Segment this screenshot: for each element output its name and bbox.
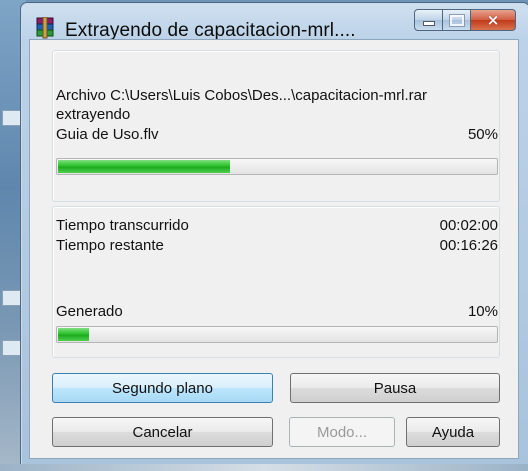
- file-percent-text: 50%: [467, 126, 498, 143]
- generated-label: Generado: [56, 303, 123, 320]
- dialog-client-area: Archivo C:\Users\Luis Cobos\Des...\capac…: [29, 39, 519, 459]
- close-icon: ×: [486, 11, 500, 29]
- desktop-icon[interactable]: [2, 110, 22, 126]
- mode-button: Modo...: [289, 417, 395, 447]
- maximize-icon: [448, 13, 465, 27]
- winrar-archive-icon: [36, 17, 54, 39]
- title-bar[interactable]: Extrayendo de capacitacion-mrl.... ×: [21, 3, 528, 41]
- file-progress-fill: [58, 160, 230, 173]
- desktop-icon[interactable]: [2, 290, 22, 306]
- maximize-button[interactable]: [443, 9, 471, 31]
- close-button[interactable]: ×: [471, 9, 516, 31]
- action-text: extrayendo: [56, 106, 131, 123]
- remaining-value: 00:16:26: [439, 237, 498, 254]
- remaining-label: Tiempo restante: [56, 237, 164, 254]
- extraction-window: Extrayendo de capacitacion-mrl.... × Arc…: [20, 2, 528, 466]
- total-progress-bar: [56, 326, 498, 343]
- current-file-name: Guia de Uso.flv: [56, 126, 159, 143]
- background-button[interactable]: Segundo plano: [52, 373, 273, 403]
- elapsed-label: Tiempo transcurrido: [56, 217, 189, 234]
- window-controls: ×: [414, 9, 516, 31]
- minimize-icon: [422, 20, 435, 26]
- help-button[interactable]: Ayuda: [406, 417, 500, 447]
- elapsed-value: 00:02:00: [439, 217, 498, 234]
- pause-button[interactable]: Pausa: [290, 373, 500, 403]
- taskbar-edge: [0, 464, 528, 471]
- minimize-button[interactable]: [414, 9, 443, 31]
- total-progress-fill: [58, 328, 89, 341]
- archive-path-text: Archivo C:\Users\Luis Cobos\Des...\capac…: [56, 87, 427, 104]
- file-progress-bar: [56, 158, 498, 175]
- generated-percent: 10%: [467, 303, 498, 320]
- desktop-icon[interactable]: [2, 340, 22, 356]
- cancel-button[interactable]: Cancelar: [52, 417, 273, 447]
